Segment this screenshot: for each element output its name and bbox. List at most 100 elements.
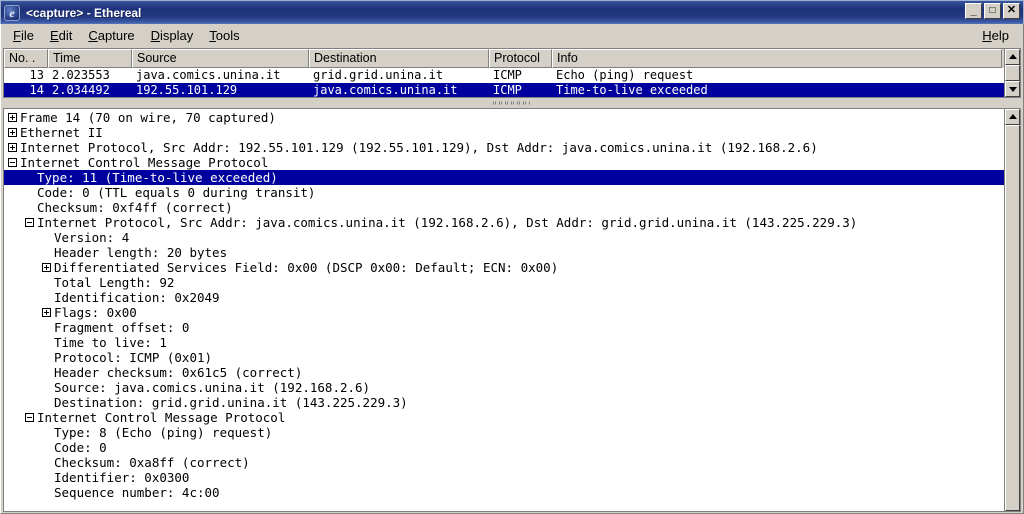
chevron-up-icon [1008,54,1017,59]
detail-tree-line[interactable]: Identifier: 0x0300 [4,470,1004,485]
detail-tree-line[interactable]: Type: 8 (Echo (ping) request) [4,425,1004,440]
scroll-thumb[interactable] [1005,65,1020,81]
column-header-protocol[interactable]: Protocol [489,49,552,68]
packet-cell-time: 2.023553 [52,68,110,82]
packet-list-scrollbar[interactable] [1004,48,1021,98]
detail-tree-line[interactable]: Sequence number: 4c:00 [4,485,1004,500]
collapse-minus-icon[interactable] [25,413,34,422]
packet-cell-destination: grid.grid.unina.it [313,68,444,82]
column-header-no[interactable]: No. . [4,49,48,68]
detail-tree-line[interactable]: Flags: 0x00 [4,305,1004,320]
detail-tree-label: Ethernet II [20,125,103,140]
detail-tree-label: Internet Protocol, Src Addr: java.comics… [37,215,858,230]
chevron-down-icon [1008,87,1017,92]
detail-tree-label: Fragment offset: 0 [54,320,190,335]
detail-tree-line[interactable]: Fragment offset: 0 [4,320,1004,335]
expand-plus-icon[interactable] [42,263,51,272]
column-header-destination[interactable]: Destination [309,49,489,68]
scroll-down-button[interactable] [1005,81,1020,97]
close-icon: ✕ [1006,4,1017,16]
detail-tree-label: Identifier: 0x0300 [54,470,190,485]
detail-tree-line[interactable]: Ethernet II [4,125,1004,140]
packet-list-body: No. . Time Source Destination Protocol Info 1… [3,48,1004,98]
detail-tree-label: Sequence number: 4c:00 [54,485,220,500]
detail-tree-line[interactable]: Internet Protocol, Src Addr: java.comics… [4,215,1004,230]
detail-tree-label: Type: 11 (Time-to-live exceeded) [37,170,278,185]
menu-capture[interactable]: Capture [80,26,142,45]
packet-detail-scrollbar[interactable] [1004,108,1021,512]
packet-cell-time: 2.034492 [52,83,110,97]
scroll-track[interactable] [1005,65,1020,81]
client-area: No. . Time Source Destination Protocol Info 1… [0,46,1024,514]
window-controls: _ □ ✕ [965,3,1020,19]
packet-cell-no: 13 [29,68,44,82]
scroll-up-button[interactable] [1005,49,1020,65]
detail-scroll-up-button[interactable] [1005,109,1020,125]
detail-tree-label: Frame 14 (70 on wire, 70 captured) [20,110,276,125]
detail-tree-line[interactable]: Header length: 20 bytes [4,245,1004,260]
expand-plus-icon[interactable] [8,128,17,137]
detail-tree-label: Code: 0 [54,440,107,455]
detail-tree-line[interactable]: Differentiated Services Field: 0x00 (DSC… [4,260,1004,275]
menu-help[interactable]: Help [974,26,1017,45]
window-title: <capture> - Ethereal [26,5,142,20]
packet-cell-info: Time-to-live exceeded [556,83,708,97]
expand-plus-icon[interactable] [8,113,17,122]
collapse-minus-icon[interactable] [8,158,17,167]
detail-tree-line[interactable]: Internet Protocol, Src Addr: 192.55.101.… [4,140,1004,155]
detail-tree-line[interactable]: Identification: 0x2049 [4,290,1004,305]
detail-tree-line[interactable]: Frame 14 (70 on wire, 70 captured) [4,110,1004,125]
packet-row[interactable]: 14 2.034492 192.55.101.129 java.comics.unin… [4,83,1004,97]
detail-tree-line[interactable]: Internet Control Message Protocol [4,155,1004,170]
detail-tree-line[interactable]: Protocol: ICMP (0x01) [4,350,1004,365]
packet-list-rows: 13 2.023553 java.comics.unina.it grid.grid.… [4,68,1004,97]
chevron-up-icon [1008,114,1017,119]
close-button[interactable]: ✕ [1003,3,1020,19]
menu-tools[interactable]: Tools [201,26,247,45]
detail-tree-line[interactable]: Checksum: 0xa8ff (correct) [4,455,1004,470]
column-header-time[interactable]: Time [48,49,132,68]
detail-scroll-thumb[interactable] [1005,125,1020,511]
detail-scroll-track[interactable] [1005,125,1020,511]
detail-tree-label: Internet Protocol, Src Addr: 192.55.101.… [20,140,818,155]
detail-tree-line[interactable]: Type: 11 (Time-to-live exceeded) [4,170,1004,185]
detail-tree-line[interactable]: Version: 4 [4,230,1004,245]
detail-tree-line[interactable]: Time to live: 1 [4,335,1004,350]
pane-divider-grip[interactable] [493,101,531,105]
detail-tree-label: Version: 4 [54,230,130,245]
menu-bar: File Edit Capture Display Tools Help [0,24,1024,46]
detail-tree-line[interactable]: Code: 0 [4,440,1004,455]
detail-tree-line[interactable]: Source: java.comics.unina.it (192.168.2.… [4,380,1004,395]
detail-tree-label: Protocol: ICMP (0x01) [54,350,213,365]
detail-tree-line[interactable]: Total Length: 92 [4,275,1004,290]
menu-file[interactable]: File [5,26,42,45]
detail-tree-label: Code: 0 (TTL equals 0 during transit) [37,185,316,200]
detail-tree-line[interactable]: Checksum: 0xf4ff (correct) [4,200,1004,215]
packet-row[interactable]: 13 2.023553 java.comics.unina.it grid.grid.… [4,68,1004,83]
packet-cell-source: java.comics.unina.it [136,68,281,82]
detail-tree-label: Internet Control Message Protocol [37,410,286,425]
detail-tree-line[interactable]: Internet Control Message Protocol [4,410,1004,425]
collapse-minus-icon[interactable] [25,218,34,227]
menu-display[interactable]: Display [143,26,202,45]
expand-plus-icon[interactable] [42,308,51,317]
column-header-info[interactable]: Info [552,49,1002,68]
menu-edit[interactable]: Edit [42,26,80,45]
pane-divider[interactable] [3,98,1021,108]
detail-tree-line[interactable]: Destination: grid.grid.unina.it (143.225… [4,395,1004,410]
column-header-source[interactable]: Source [132,49,309,68]
detail-tree-line[interactable]: Code: 0 (TTL equals 0 during transit) [4,185,1004,200]
detail-tree-line[interactable]: Header checksum: 0x61c5 (correct) [4,365,1004,380]
maximize-button[interactable]: □ [984,3,1001,19]
packet-detail-tree[interactable]: Frame 14 (70 on wire, 70 captured) Ethern… [3,108,1004,512]
minimize-button[interactable]: _ [965,3,982,19]
packet-cell-source: 192.55.101.129 [136,83,238,97]
packet-cell-protocol: ICMP [493,83,522,97]
expand-plus-icon[interactable] [8,143,17,152]
